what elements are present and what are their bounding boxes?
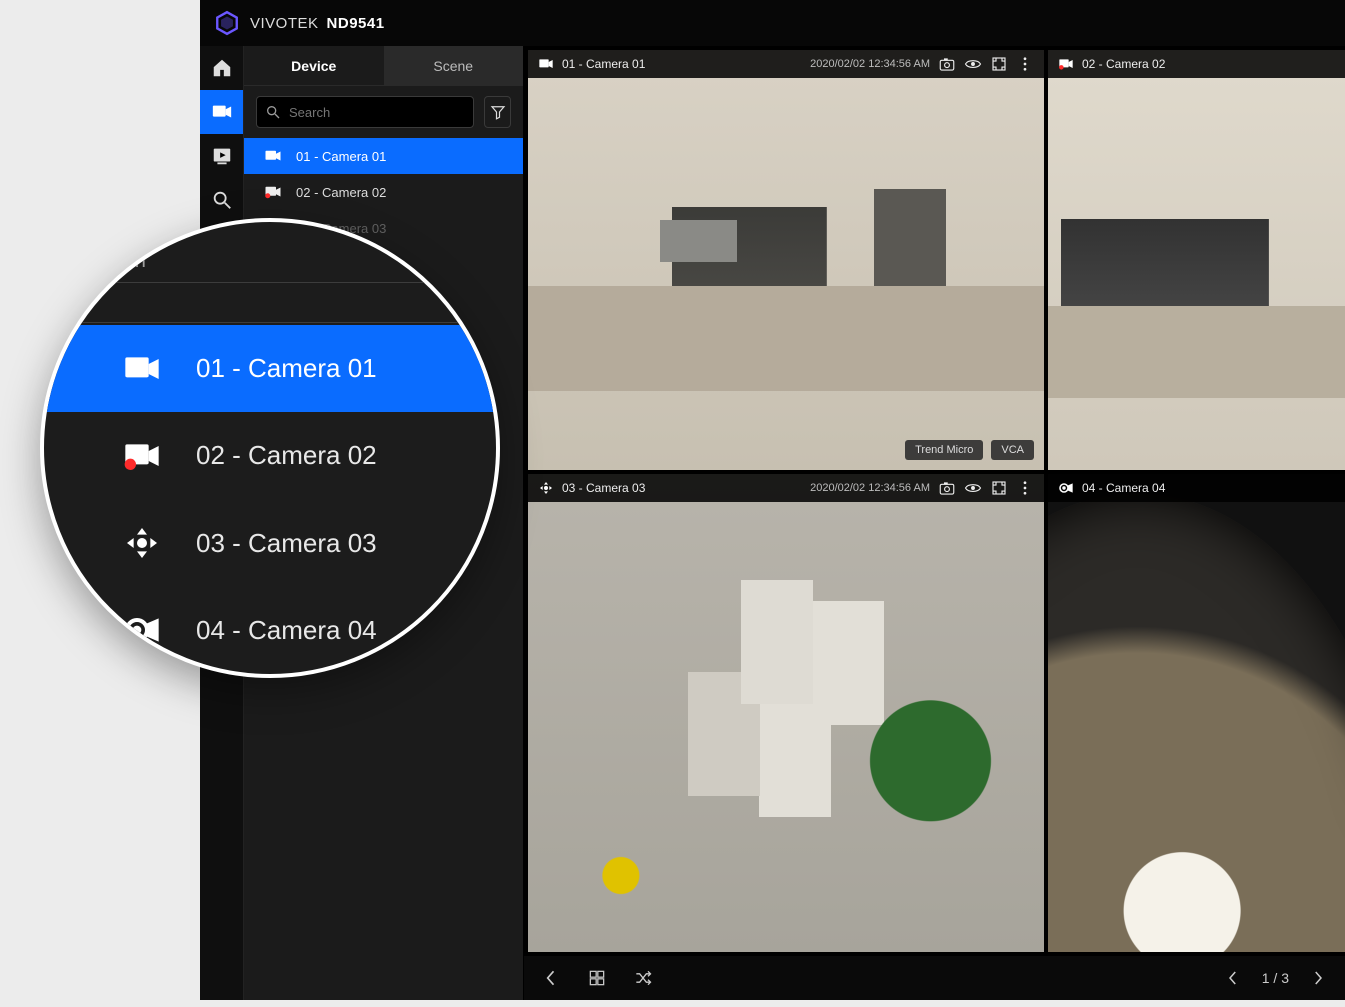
camera-recording-icon bbox=[262, 183, 284, 201]
search-input[interactable] bbox=[289, 105, 465, 120]
camera-recording-icon bbox=[1058, 56, 1074, 72]
fullscreen-icon bbox=[990, 55, 1008, 73]
footer-rotate-button[interactable] bbox=[628, 963, 658, 993]
camera-icon bbox=[262, 147, 284, 165]
nav-search[interactable] bbox=[200, 178, 243, 222]
video-tile-camera-01[interactable]: 01 - Camera 01 2020/02/02 12:34:56 AM Tr… bbox=[528, 50, 1044, 470]
chevron-left-icon bbox=[1224, 969, 1242, 987]
view-button[interactable] bbox=[964, 55, 982, 73]
sidebar-tabs: Device Scene bbox=[244, 46, 523, 86]
playback-icon bbox=[211, 145, 233, 167]
magnifier-item-camera-01[interactable]: 01 - Camera 01 bbox=[44, 325, 496, 412]
search-icon bbox=[265, 104, 281, 120]
fullscreen-button[interactable] bbox=[990, 479, 1008, 497]
magnifier-callout: arch 01 - Camera 01 02 - Camera 02 03 - … bbox=[40, 218, 500, 678]
video-thumb bbox=[528, 50, 1044, 470]
eye-icon bbox=[964, 55, 982, 73]
nav-playback[interactable] bbox=[200, 134, 243, 178]
magnifier-item-label: 03 - Camera 03 bbox=[196, 528, 377, 559]
camera-icon bbox=[116, 349, 168, 389]
brand-name: VIVOTEK bbox=[250, 15, 319, 32]
video-thumb bbox=[528, 474, 1044, 952]
ptz-icon bbox=[116, 523, 168, 563]
camera-list-item[interactable]: 01 - Camera 01 bbox=[244, 138, 523, 174]
tile-title: 02 - Camera 02 bbox=[1082, 57, 1165, 71]
tile-timestamp: 2020/02/02 12:34:56 AM bbox=[810, 58, 930, 70]
more-icon bbox=[1016, 55, 1034, 73]
fisheye-icon bbox=[1058, 480, 1074, 496]
shuffle-icon bbox=[633, 968, 653, 988]
fullscreen-icon bbox=[990, 479, 1008, 497]
footer-layout-button[interactable] bbox=[582, 963, 612, 993]
magnifier-item-label: 04 - Camera 04 bbox=[196, 615, 377, 646]
magnifier-item-camera-02[interactable]: 02 - Camera 02 bbox=[44, 412, 496, 499]
video-tile-camera-04[interactable]: 04 - Camera 04 bbox=[1048, 474, 1345, 952]
nav-home[interactable] bbox=[200, 46, 243, 90]
tile-header: 01 - Camera 01 2020/02/02 12:34:56 AM bbox=[528, 50, 1044, 78]
home-icon bbox=[211, 57, 233, 79]
tile-header: 04 - Camera 04 bbox=[1048, 474, 1345, 502]
app-header: VIVOTEK ND9541 bbox=[200, 0, 1345, 46]
camera-list-item[interactable]: 02 - Camera 02 bbox=[244, 174, 523, 210]
badge-vca: VCA bbox=[991, 440, 1034, 460]
chevron-left-icon bbox=[541, 968, 561, 988]
more-button[interactable] bbox=[1016, 479, 1034, 497]
video-tile-camera-02[interactable]: 02 - Camera 02 bbox=[1048, 50, 1345, 470]
tile-header: 03 - Camera 03 2020/02/02 12:34:56 AM bbox=[528, 474, 1044, 502]
video-grid: 01 - Camera 01 2020/02/02 12:34:56 AM Tr… bbox=[524, 46, 1345, 956]
filter-button[interactable] bbox=[484, 96, 511, 128]
snapshot-icon bbox=[938, 55, 956, 73]
more-icon bbox=[1016, 479, 1034, 497]
fisheye-icon bbox=[116, 610, 168, 650]
grid-footer: 1 / 3 bbox=[524, 956, 1345, 1000]
model-name: ND9541 bbox=[327, 15, 385, 32]
video-thumb bbox=[1048, 474, 1345, 952]
video-thumb bbox=[1048, 50, 1345, 470]
fullscreen-button[interactable] bbox=[990, 55, 1008, 73]
camera-item-label: 01 - Camera 01 bbox=[296, 149, 386, 164]
ptz-icon bbox=[538, 480, 554, 496]
camera-icon bbox=[211, 101, 233, 123]
magnifier-item-label: 01 - Camera 01 bbox=[196, 353, 377, 384]
pager: 1 / 3 bbox=[1218, 963, 1333, 993]
nav-live[interactable] bbox=[200, 90, 243, 134]
snapshot-icon bbox=[938, 479, 956, 497]
tile-title: 04 - Camera 04 bbox=[1082, 481, 1165, 495]
tab-scene[interactable]: Scene bbox=[384, 46, 524, 86]
camera-icon bbox=[538, 56, 554, 72]
grid-layout-icon bbox=[587, 968, 607, 988]
more-button[interactable] bbox=[1016, 55, 1034, 73]
magnifier-item-camera-03[interactable]: 03 - Camera 03 bbox=[44, 499, 496, 586]
footer-prev-button[interactable] bbox=[536, 963, 566, 993]
video-tile-camera-03[interactable]: 03 - Camera 03 2020/02/02 12:34:56 AM bbox=[528, 474, 1044, 952]
search-icon bbox=[211, 189, 233, 211]
pager-next-button[interactable] bbox=[1303, 963, 1333, 993]
chevron-right-icon bbox=[1309, 969, 1327, 987]
badge-trend-micro: Trend Micro bbox=[905, 440, 983, 460]
magnifier-item-camera-04[interactable]: 04 - Camera 04 bbox=[44, 587, 496, 674]
camera-recording-icon bbox=[116, 436, 168, 476]
brand-logo-icon bbox=[214, 10, 240, 36]
camera-item-label: 02 - Camera 02 bbox=[296, 185, 386, 200]
tile-header: 02 - Camera 02 bbox=[1048, 50, 1345, 78]
tile-timestamp: 2020/02/02 12:34:56 AM bbox=[810, 482, 930, 494]
pager-prev-button[interactable] bbox=[1218, 963, 1248, 993]
snapshot-button[interactable] bbox=[938, 55, 956, 73]
magnifier-item-label: 02 - Camera 02 bbox=[196, 440, 377, 471]
tab-device[interactable]: Device bbox=[244, 46, 384, 86]
tile-title: 03 - Camera 03 bbox=[562, 481, 645, 495]
tile-title: 01 - Camera 01 bbox=[562, 57, 645, 71]
search-box[interactable] bbox=[256, 96, 474, 128]
snapshot-button[interactable] bbox=[938, 479, 956, 497]
view-button[interactable] bbox=[964, 479, 982, 497]
eye-icon bbox=[964, 479, 982, 497]
filter-icon bbox=[489, 103, 507, 121]
pager-label: 1 / 3 bbox=[1262, 970, 1289, 986]
